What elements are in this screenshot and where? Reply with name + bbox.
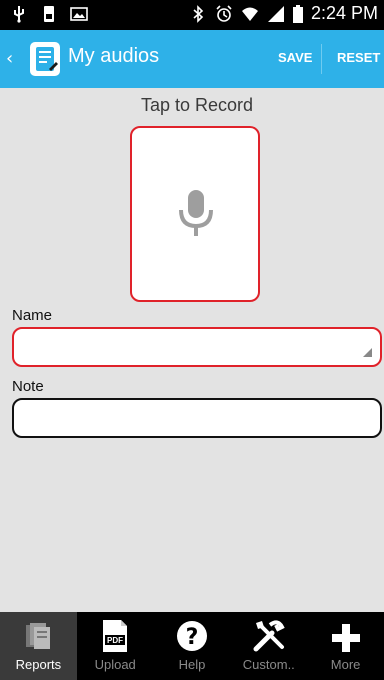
usb-icon: [14, 6, 24, 23]
name-label: Name: [12, 307, 53, 324]
app-logo-icon[interactable]: [30, 42, 60, 76]
battery-icon: [292, 4, 303, 23]
name-field[interactable]: [14, 329, 380, 365]
record-prompt: Tap to Record: [140, 95, 254, 115]
svg-text:PDF: PDF: [107, 636, 123, 645]
status-time: 2:24 PM: [310, 3, 378, 23]
notes-icon: [36, 47, 58, 71]
tab-label: Upload: [94, 657, 136, 672]
bluetooth-icon: [193, 4, 204, 23]
note-field[interactable]: [14, 400, 380, 436]
tab-label: Help: [178, 657, 206, 672]
bottom-nav: Reports PDF Upload ? Help Custom.. More: [0, 612, 384, 680]
tab-upload[interactable]: PDF Upload: [77, 612, 154, 680]
signal-icon: [267, 5, 284, 22]
action-bar: ‹ My audios SAVE RESET: [0, 30, 384, 88]
wifi-icon: [241, 7, 258, 21]
sim-icon: [44, 6, 54, 22]
action-divider: [321, 44, 322, 74]
reports-icon: [26, 623, 51, 649]
plus-icon: [331, 624, 360, 652]
record-button[interactable]: [130, 126, 260, 302]
svg-text:?: ?: [186, 625, 199, 650]
page-title: My audios: [68, 45, 160, 67]
tab-label: Reports: [15, 657, 62, 672]
microphone-icon: [179, 190, 213, 236]
note-label: Note: [12, 378, 44, 395]
tab-more[interactable]: More: [307, 612, 384, 680]
status-bar: 2:24 PM: [0, 0, 384, 30]
save-button[interactable]: SAVE: [278, 50, 312, 65]
reset-button[interactable]: RESET: [337, 50, 380, 65]
tools-icon: [253, 620, 285, 652]
back-chevron-icon[interactable]: ‹: [6, 48, 13, 69]
tab-reports[interactable]: Reports: [0, 612, 77, 680]
image-icon: [70, 7, 88, 21]
pdf-icon: PDF: [103, 620, 128, 652]
alarm-icon: [216, 4, 232, 22]
tab-label: Custom..: [242, 657, 295, 672]
tab-label: More: [330, 657, 361, 672]
note-field-container: [12, 398, 382, 438]
tab-custom[interactable]: Custom..: [230, 612, 307, 680]
tab-help[interactable]: ? Help: [154, 612, 231, 680]
resize-grip-icon: [363, 348, 372, 357]
name-field-container: [12, 327, 382, 367]
help-icon: ?: [176, 621, 207, 651]
